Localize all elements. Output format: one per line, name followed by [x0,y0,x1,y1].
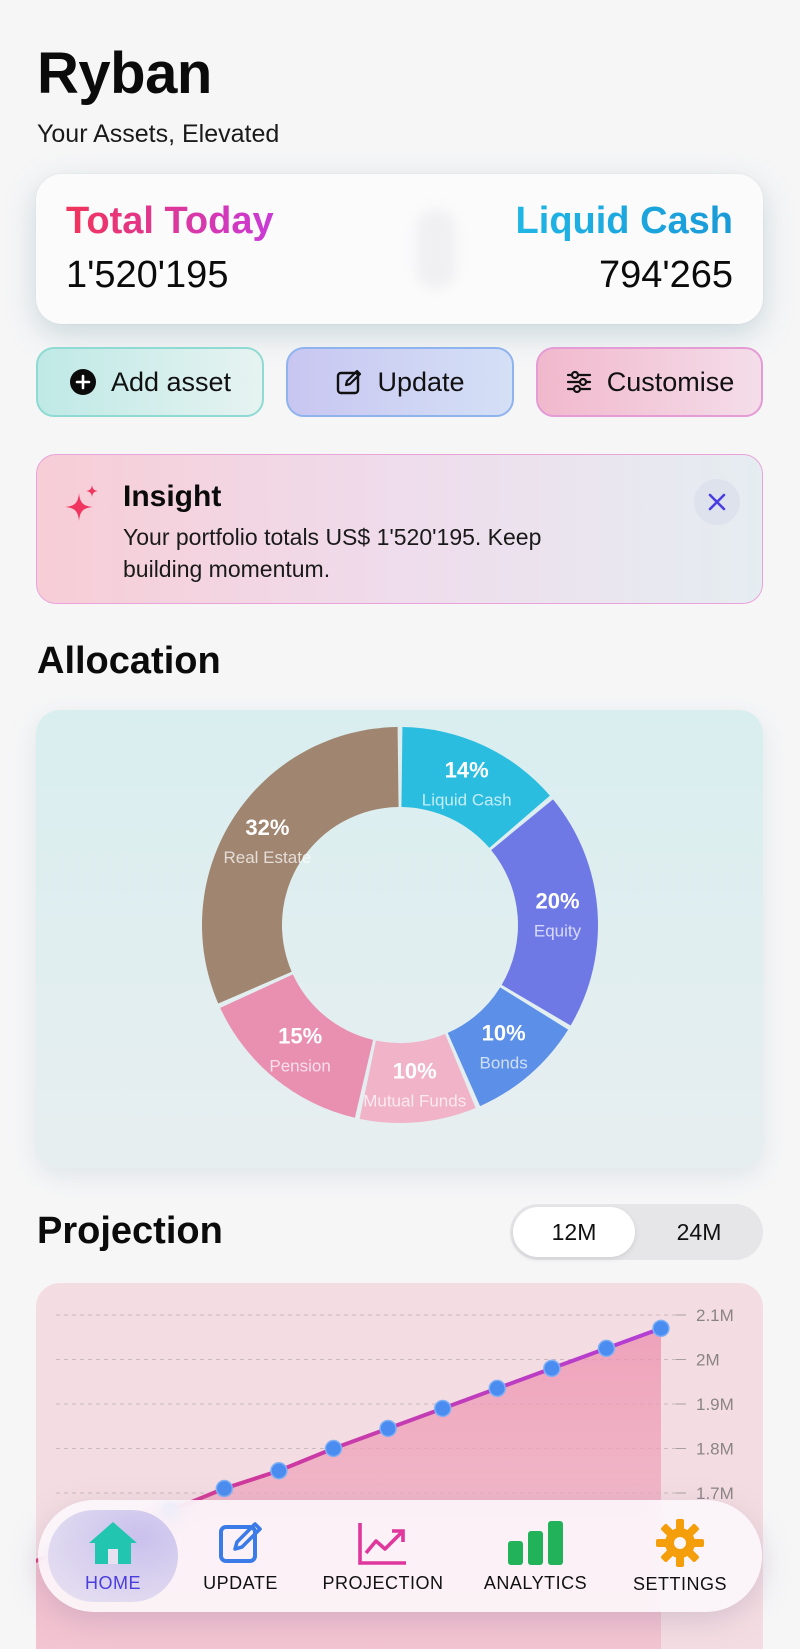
sliders-icon [566,370,591,394]
summary-card: Total Today 1'520'195 Liquid Cash 794'26… [36,174,763,324]
range-24m-option[interactable]: 24M [638,1207,760,1257]
liquid-cash-value: 794'265 [598,254,733,296]
slice-percent-label: 20% [535,889,579,914]
y-tick-label: 1.9M [696,1395,734,1414]
app-title: Ryban [37,41,212,106]
insight-card: Insight Your portfolio totals US$ 1'520'… [36,454,763,604]
projection-title: Projection [37,1210,223,1252]
tab-label: HOME [85,1572,141,1593]
tab-update[interactable]: UPDATE [178,1500,303,1612]
slice-name-label: Liquid Cash [422,791,512,810]
tab-label: PROJECTION [322,1572,444,1593]
add-asset-label: Add asset [110,366,232,397]
plus-circle-icon [69,369,96,395]
tab-label: UPDATE [203,1572,278,1593]
edit-icon [218,1521,262,1563]
tab-label: SETTINGS [632,1573,727,1594]
y-tick-label: 1.8M [696,1440,734,1459]
slice-percent-label: 10% [482,1020,526,1045]
range-12m-option[interactable]: 12M [513,1207,635,1257]
customise-button[interactable]: Customise [536,347,763,417]
y-tick-label: 2M [696,1351,720,1370]
tab-label: ANALYTICS [483,1572,588,1593]
update-button[interactable]: Update [286,347,514,417]
update-label: Update [377,366,465,397]
app-subtitle: Your Assets, Elevated [37,120,280,148]
projection-point [324,1439,343,1458]
total-today-label: Total Today [66,200,274,242]
tab-bar: HOME UPDATE PROJECTION ANALYTICS SETTING… [38,1500,762,1612]
tab-home[interactable]: HOME [48,1500,178,1612]
y-tick-label: 2.1M [696,1306,734,1325]
projection-point [379,1419,397,1438]
slice-percent-label: 32% [245,815,289,840]
insight-title: Insight [123,480,222,513]
projection-point [488,1379,506,1398]
projection-point [597,1339,616,1358]
projection-point [543,1359,561,1378]
summary-divider [416,209,456,289]
insight-text: Your portfolio totals US$ 1'520'195. Kee… [123,524,542,582]
close-icon [708,493,726,511]
total-today-value: 1'520'195 [66,254,229,296]
allocation-donut-chart: 14% Liquid Cash 20% Equity 10% Bonds 10% Mutual… [201,727,598,1123]
sparkle-icon [65,485,98,521]
projection-point [433,1399,452,1418]
allocation-title: Allocation [37,640,221,682]
tab-settings[interactable]: SETTINGS [608,1500,752,1612]
slice-name-label: Pension [269,1056,330,1075]
trend-icon [358,1522,406,1565]
slice-percent-label: 14% [445,758,489,783]
customise-label: Customise [606,366,735,397]
slice-name-label: Bonds [480,1053,528,1072]
range-segmented-control: 12M 24M [510,1204,763,1260]
slice-percent-label: 10% [393,1058,437,1083]
tab-analytics[interactable]: ANALYTICS [463,1500,608,1612]
slice-name-label: Mutual Funds [363,1091,466,1110]
slice-percent-label: 15% [278,1023,322,1048]
allocation-card: 14% Liquid Cash 20% Equity 10% Bonds 10% Mutual… [36,710,763,1168]
gear-icon [656,1518,704,1567]
bar-chart-icon [507,1520,563,1565]
slice-name-label: Real Estate [224,848,312,867]
tab-projection[interactable]: PROJECTION [303,1500,463,1612]
edit-icon [337,369,362,395]
home-icon [89,1521,137,1564]
add-asset-button[interactable]: Add asset [36,347,264,417]
liquid-cash-label: Liquid Cash [515,200,733,242]
slice-name-label: Equity [534,922,582,941]
projection-point [270,1462,288,1480]
projection-point [652,1319,670,1338]
projection-point [215,1479,234,1498]
insight-close-button[interactable] [694,479,740,525]
